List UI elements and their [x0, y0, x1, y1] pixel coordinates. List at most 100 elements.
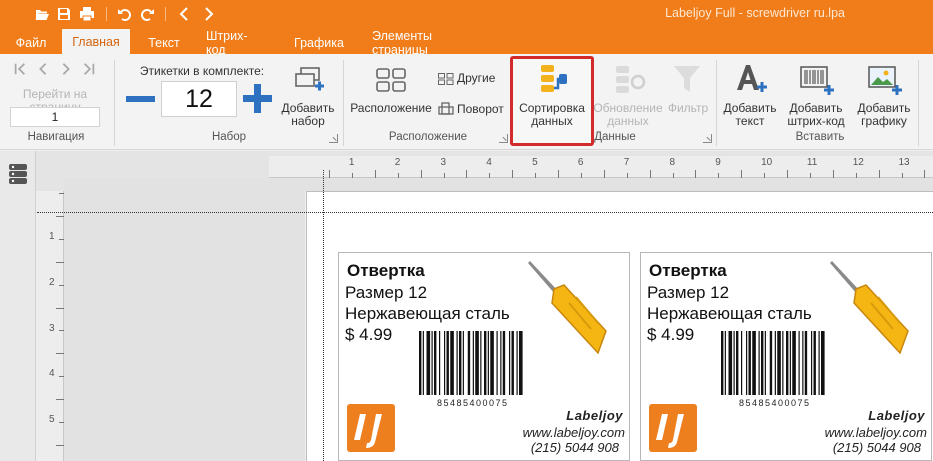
- tab-home[interactable]: Главная: [62, 29, 130, 54]
- rotate-label[interactable]: Поворот: [457, 103, 504, 116]
- ruler-number: 7: [623, 157, 630, 168]
- barcode-bar: [480, 331, 482, 395]
- dialog-launcher-icon[interactable]: [329, 134, 338, 143]
- barcode-bar: [777, 331, 781, 395]
- barcode-bar: [804, 331, 808, 395]
- barcode-bar: [434, 331, 437, 395]
- tab-file[interactable]: Файл: [14, 32, 48, 54]
- group-label-insert: Вставить: [795, 131, 845, 143]
- redo-icon[interactable]: [137, 4, 157, 24]
- label-website[interactable]: www.labeljoy.com: [825, 425, 927, 440]
- other-layouts-icon[interactable]: [438, 72, 454, 90]
- next-page-icon[interactable]: [57, 62, 75, 78]
- page-number-input[interactable]: 1: [10, 107, 100, 127]
- decrease-count-button[interactable]: [126, 96, 155, 102]
- refresh-data-label: Обновление данных: [593, 101, 663, 128]
- increase-count-button[interactable]: [243, 84, 272, 113]
- barcode-bar: [752, 331, 756, 395]
- label-brand[interactable]: Labeljoy: [566, 408, 623, 423]
- dialog-launcher-icon[interactable]: [703, 134, 712, 143]
- tab-graphics[interactable]: Графика: [293, 32, 345, 54]
- label-phone[interactable]: (215) 5044 908: [833, 440, 921, 455]
- ruler-number: 2: [49, 276, 55, 288]
- add-text-icon[interactable]: [734, 62, 768, 101]
- add-graphic-icon[interactable]: [868, 66, 902, 101]
- barcode-bar: [813, 331, 816, 395]
- tab-page-elements[interactable]: Элементы страницы: [370, 29, 486, 57]
- previous-page-icon[interactable]: [34, 62, 52, 78]
- ruler-number: 5: [49, 414, 55, 426]
- other-layouts-label[interactable]: Другие: [457, 72, 495, 85]
- group-separator: [716, 60, 717, 146]
- first-page-icon[interactable]: [11, 62, 29, 78]
- label-price[interactable]: $ 4.99: [647, 325, 694, 345]
- title-bar: Labeljoy Full - screwdriver ru.lpa: [0, 0, 933, 28]
- add-set-icon[interactable]: [293, 66, 325, 101]
- labels-count-field[interactable]: 12: [161, 81, 237, 117]
- refresh-data-icon: [614, 64, 646, 101]
- label-title[interactable]: Отвертка: [649, 261, 727, 281]
- label-brand[interactable]: Labeljoy: [868, 408, 925, 423]
- folder-open-icon[interactable]: [32, 4, 52, 24]
- add-barcode-label[interactable]: Добавить штрих-код: [780, 102, 852, 128]
- barcode-bar: [728, 331, 733, 395]
- last-page-icon[interactable]: [80, 62, 98, 78]
- dialog-launcher-icon[interactable]: [499, 134, 508, 143]
- add-barcode-icon[interactable]: [800, 66, 834, 101]
- label-material[interactable]: Нержавеющая сталь: [345, 304, 510, 324]
- left-panel: [0, 151, 36, 461]
- barcode-bar: [741, 331, 743, 395]
- ruler-tick: [832, 170, 834, 178]
- label-title[interactable]: Отвертка: [347, 261, 425, 281]
- add-text-label[interactable]: Добавить текст: [720, 102, 780, 128]
- ruler-tick: [56, 307, 64, 309]
- add-graphic-label[interactable]: Добавить графику: [852, 102, 916, 128]
- ruler-number: 3: [440, 157, 447, 168]
- ruler-number: 10: [761, 157, 773, 168]
- label-card[interactable]: Отвертка Размер 12 Нержавеющая сталь $ 4…: [640, 252, 932, 461]
- layout-grid-icon[interactable]: [376, 68, 406, 97]
- ruler-tick: [56, 261, 64, 263]
- rotate-icon[interactable]: [438, 102, 454, 121]
- label-price[interactable]: $ 4.99: [345, 325, 392, 345]
- barcode-bar: [502, 331, 506, 395]
- labeljoy-logo: [649, 404, 697, 452]
- barcode-bar: [426, 331, 431, 395]
- barcode-bar: [758, 331, 760, 395]
- add-set-label[interactable]: Добавить набор: [280, 102, 336, 128]
- label-size[interactable]: Размер 12: [647, 283, 729, 303]
- layout-label[interactable]: Расположение: [348, 102, 434, 115]
- print-icon[interactable]: [77, 4, 97, 24]
- barcode[interactable]: [417, 331, 550, 397]
- label-website[interactable]: www.labeljoy.com: [523, 425, 625, 440]
- database-icon[interactable]: [8, 163, 28, 190]
- barcode-bar: [459, 331, 462, 395]
- tab-barcode[interactable]: Штрих-код: [204, 29, 268, 57]
- barcode[interactable]: [719, 331, 852, 397]
- ruler-number: 3: [49, 322, 55, 334]
- margin-guide: [37, 212, 933, 213]
- barcode-bar: [467, 331, 471, 395]
- label-material[interactable]: Нержавеющая сталь: [647, 304, 812, 324]
- vertical-ruler: 1 2 3 4 5: [37, 191, 64, 461]
- barcode-bar: [446, 331, 449, 395]
- label-card[interactable]: Отвертка Размер 12 Нержавеющая сталь $ 4…: [338, 252, 630, 461]
- sort-data-icon[interactable]: [539, 64, 569, 103]
- barcode-bar: [736, 331, 739, 395]
- barcode-bar: [782, 331, 784, 395]
- sort-data-label[interactable]: Сортировка данных: [513, 102, 591, 128]
- ruler-number: 1: [49, 231, 55, 242]
- forward-icon[interactable]: [198, 4, 218, 24]
- undo-icon[interactable]: [115, 4, 135, 24]
- barcode-bar: [721, 331, 724, 395]
- barcode-bar: [792, 331, 796, 395]
- tab-text[interactable]: Текст: [146, 32, 182, 54]
- barcode-number: 85485400075: [739, 398, 811, 408]
- label-phone[interactable]: (215) 5044 908: [531, 440, 619, 455]
- ruler-number: 5: [532, 157, 538, 168]
- ruler-tick: [56, 399, 64, 401]
- workspace-margin: [64, 178, 933, 191]
- label-size[interactable]: Размер 12: [345, 283, 427, 303]
- back-icon[interactable]: [175, 4, 195, 24]
- save-icon[interactable]: [54, 4, 74, 24]
